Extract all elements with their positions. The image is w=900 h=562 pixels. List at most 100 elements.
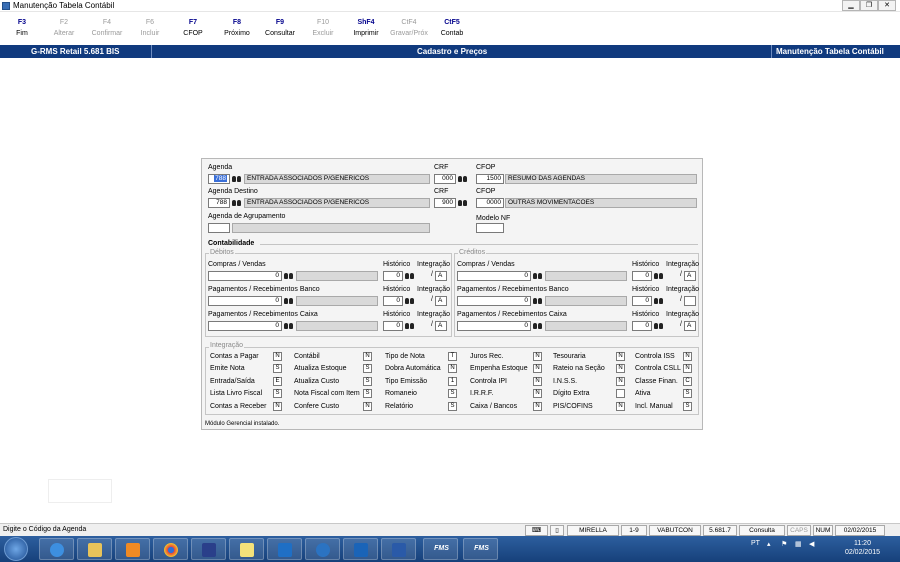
agenda-code-input[interactable]: 788: [208, 174, 230, 184]
classe-finan-flag[interactable]: C: [683, 377, 692, 386]
nota-fiscal-com-item-flag[interactable]: S: [363, 389, 372, 398]
taskbar-app-5[interactable]: [191, 538, 226, 560]
lista-livro-fiscal-flag[interactable]: S: [273, 389, 282, 398]
binoculars-icon[interactable]: [284, 321, 294, 330]
romaneio-flag[interactable]: S: [448, 389, 457, 398]
volume-icon[interactable]: ◀: [809, 540, 814, 548]
network-icon[interactable]: ▦: [795, 540, 802, 548]
cfop-destino-code-input[interactable]: 0000: [476, 198, 504, 208]
excluir-button[interactable]: F10 Excluir: [301, 18, 345, 39]
cfop-code-input[interactable]: 1500: [476, 174, 504, 184]
binoculars-icon[interactable]: [284, 271, 294, 280]
contab-button[interactable]: CtF5 Contab: [430, 18, 474, 39]
start-button[interactable]: [4, 537, 28, 561]
atualiza-estoque-flag[interactable]: S: [363, 364, 372, 373]
binoculars-icon[interactable]: [654, 321, 664, 330]
binoculars-icon[interactable]: [654, 296, 664, 305]
binoculars-icon[interactable]: [458, 198, 468, 207]
consultar-button[interactable]: F9 Consultar: [258, 18, 302, 39]
credito-compras-conta-input[interactable]: 0: [457, 271, 531, 281]
credito-caixa-integracao-input[interactable]: A: [684, 321, 696, 331]
taskbar-rms-1[interactable]: FMS: [423, 538, 458, 560]
caixa-bancos-flag[interactable]: N: [533, 402, 542, 411]
debito-caixa-conta-input[interactable]: 0: [208, 321, 282, 331]
binoculars-icon[interactable]: [232, 198, 242, 207]
debito-compras-integracao-input[interactable]: A: [435, 271, 447, 281]
tipo-de-nota-flag[interactable]: T: [448, 352, 457, 361]
credito-compras-historico-input[interactable]: 0: [632, 271, 652, 281]
binoculars-icon[interactable]: [533, 296, 543, 305]
contas-a-pagar-flag[interactable]: N: [273, 352, 282, 361]
rateio-na-secao-flag[interactable]: N: [616, 364, 625, 373]
controla-ipi-flag[interactable]: N: [533, 377, 542, 386]
minimize-button[interactable]: ▁: [842, 0, 860, 11]
incluir-button[interactable]: F6 Incluir: [128, 18, 172, 39]
debito-compras-historico-input[interactable]: 0: [383, 271, 403, 281]
taskbar-chrome[interactable]: [153, 538, 188, 560]
debito-caixa-historico-input[interactable]: 0: [383, 321, 403, 331]
taskbar-ie[interactable]: [39, 538, 74, 560]
close-button[interactable]: ✕: [878, 0, 896, 11]
contas-a-receber-flag[interactable]: N: [273, 402, 282, 411]
confere-custo-flag[interactable]: N: [363, 402, 372, 411]
confirmar-button[interactable]: F4 Confirmar: [85, 18, 129, 39]
controla-iss-flag[interactable]: N: [683, 352, 692, 361]
ativa-flag[interactable]: S: [683, 389, 692, 398]
taskbar-word[interactable]: [381, 538, 416, 560]
relatorio-flag[interactable]: S: [448, 402, 457, 411]
taskbar-rms-2[interactable]: FMS: [463, 538, 498, 560]
flag-icon[interactable]: ⚑: [781, 540, 787, 548]
debito-banco-conta-input[interactable]: 0: [208, 296, 282, 306]
pis-cofins-flag[interactable]: N: [616, 402, 625, 411]
dobra-automatica-flag[interactable]: N: [448, 364, 457, 373]
restore-button[interactable]: ❐: [860, 0, 878, 11]
binoculars-icon[interactable]: [284, 296, 294, 305]
controla-csll-flag[interactable]: N: [683, 364, 692, 373]
cfop-button[interactable]: F7 CFOP: [171, 18, 215, 39]
inss-flag[interactable]: N: [616, 377, 625, 386]
debito-banco-historico-input[interactable]: 0: [383, 296, 403, 306]
fim-button[interactable]: F3 Fim: [0, 18, 44, 39]
gravar-proximo-button[interactable]: CtF4 Gravar/Próx: [387, 18, 431, 39]
empenha-estoque-flag[interactable]: N: [533, 364, 542, 373]
taskbar-clock[interactable]: 11:20 02/02/2015: [845, 539, 880, 557]
credito-banco-conta-input[interactable]: 0: [457, 296, 531, 306]
credito-caixa-historico-input[interactable]: 0: [632, 321, 652, 331]
taskbar-outlook[interactable]: [343, 538, 378, 560]
binoculars-icon[interactable]: [405, 296, 415, 305]
binoculars-icon[interactable]: [654, 271, 664, 280]
taskbar-app-6[interactable]: [229, 538, 264, 560]
crf-input[interactable]: 000: [434, 174, 456, 184]
alterar-button[interactable]: F2 Alterar: [42, 18, 86, 39]
tray-expand-icon[interactable]: ▴: [767, 540, 771, 548]
taskbar-app-8[interactable]: [305, 538, 340, 560]
credito-caixa-conta-input[interactable]: 0: [457, 321, 531, 331]
binoculars-icon[interactable]: [232, 174, 242, 183]
agenda-destino-code-input[interactable]: 788: [208, 198, 230, 208]
atualiza-custo-flag[interactable]: S: [363, 377, 372, 386]
binoculars-icon[interactable]: [533, 321, 543, 330]
taskbar-media[interactable]: [115, 538, 150, 560]
contabil-flag[interactable]: N: [363, 352, 372, 361]
proximo-button[interactable]: F8 Próximo: [215, 18, 259, 39]
emite-nota-flag[interactable]: S: [273, 364, 282, 373]
incl-manual-flag[interactable]: S: [683, 402, 692, 411]
digito-extra-flag[interactable]: [616, 389, 625, 398]
credito-banco-historico-input[interactable]: 0: [632, 296, 652, 306]
modelo-nf-input[interactable]: [476, 223, 504, 233]
crf-destino-input[interactable]: 900: [434, 198, 456, 208]
tesouraria-flag[interactable]: N: [616, 352, 625, 361]
binoculars-icon[interactable]: [533, 271, 543, 280]
binoculars-icon[interactable]: [405, 271, 415, 280]
tipo-emissao-flag[interactable]: 1: [448, 377, 457, 386]
credito-banco-integracao-input[interactable]: [684, 296, 696, 306]
imprimir-button[interactable]: ShF4 Imprimir: [344, 18, 388, 39]
juros-rec-flag[interactable]: N: [533, 352, 542, 361]
agenda-agrupamento-code-input[interactable]: [208, 223, 230, 233]
binoculars-icon[interactable]: [458, 174, 468, 183]
entrada-saida-flag[interactable]: E: [273, 377, 282, 386]
debito-banco-integracao-input[interactable]: A: [435, 296, 447, 306]
taskbar-lync[interactable]: [267, 538, 302, 560]
irrf-flag[interactable]: N: [533, 389, 542, 398]
language-indicator[interactable]: PT: [751, 540, 760, 547]
